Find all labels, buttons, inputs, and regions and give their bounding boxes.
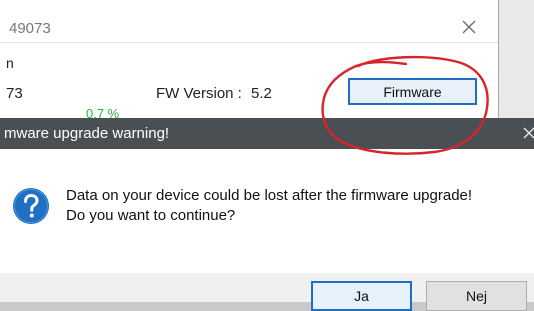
dialog-body: Data on your device could be lost after … [0,149,534,273]
close-icon[interactable] [458,16,480,38]
dialog-titlebar: mware upgrade warning! [0,118,534,149]
dialog-footer: Ja Nej [0,273,534,311]
device-window-titlebar: 49073 [0,0,498,43]
window-title: 49073 [9,20,51,37]
dialog-title: mware upgrade warning! [4,125,170,142]
background-strip [499,0,534,118]
firmware-button[interactable]: Firmware [348,78,477,105]
no-button[interactable]: Nej [426,281,527,311]
dialog-close-icon[interactable] [520,122,534,144]
warning-dialog: mware upgrade warning! Data on your devi… [0,118,534,311]
yes-button[interactable]: Ja [311,281,412,311]
fw-version-label: FW Version : [156,85,242,102]
dialog-message-line1: Data on your device could be lost after … [66,187,473,204]
section-label: n [6,55,14,71]
question-icon [12,187,50,225]
dialog-message-line2: Do you want to continue? [66,207,236,224]
fw-version-value: 5.2 [251,85,272,102]
device-id: 73 [6,85,23,102]
device-window: 49073 n 73 FW Version : 5.2 0.7 % Firmwa… [0,0,499,121]
